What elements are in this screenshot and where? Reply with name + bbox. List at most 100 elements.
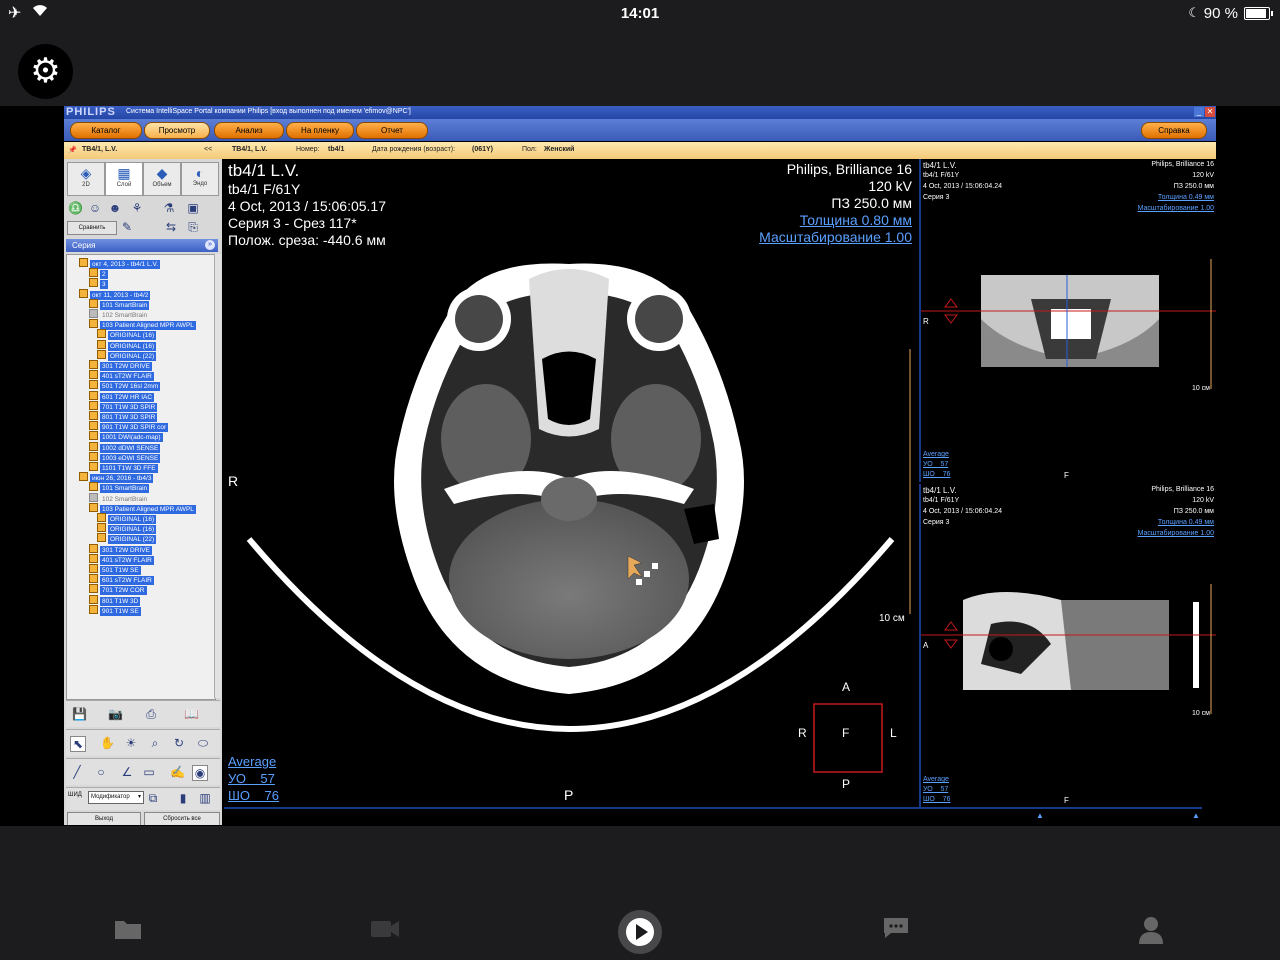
- series-tree-item[interactable]: 501 T1W SE: [89, 564, 141, 575]
- sv1-ww[interactable]: ШО 76: [923, 471, 950, 478]
- window-preset-link[interactable]: Average: [228, 754, 276, 769]
- series-tree-item[interactable]: 103 Patient Aligned MPR AWPL: [89, 502, 196, 514]
- series-tree-item[interactable]: 301 T2W DRIVE: [89, 543, 152, 555]
- settings-button[interactable]: ⚙: [18, 44, 73, 99]
- series-tree-item[interactable]: ORIGINAL (22): [97, 349, 157, 361]
- print-icon[interactable]: ⎙: [144, 707, 158, 721]
- coronal-viewport[interactable]: tb4/1 L.V. tb4/1 F/61Y 4 Oct, 2013 / 15:…: [919, 159, 1216, 482]
- reset-all-button[interactable]: Сбросить все: [144, 812, 220, 825]
- select-tool-icon[interactable]: ⬉: [70, 736, 86, 752]
- series-tree-item[interactable]: 901 T1W SE: [89, 604, 141, 616]
- sv2-window-preset[interactable]: Average: [923, 776, 949, 783]
- scroll-up-icon-2[interactable]: ▲: [1192, 811, 1200, 820]
- ruler-tool-icon[interactable]: ▭: [142, 765, 156, 779]
- modifier-select[interactable]: Модификатор ▾: [88, 791, 144, 804]
- series-tree-item[interactable]: 301 T2W DRIVE: [89, 360, 152, 371]
- series-tree-item[interactable]: 101 SmartBrain: [89, 482, 150, 494]
- tab-endo[interactable]: ◐ Эндо: [181, 162, 219, 196]
- sagittal-viewport[interactable]: tb4/1 L.V. tb4/1 F/61Y 4 Oct, 2013 / 15:…: [919, 484, 1216, 807]
- roi-tool-icon[interactable]: ◉: [192, 765, 208, 781]
- head-icon[interactable]: ☻: [108, 201, 122, 215]
- angio-icon[interactable]: ⚗: [162, 201, 176, 215]
- sv1-zoom-link[interactable]: Масштабирование 1.00: [1138, 205, 1214, 212]
- pan-tool-icon[interactable]: ✋: [100, 736, 115, 750]
- tree-scrollbar[interactable]: [214, 254, 221, 698]
- brain-icon[interactable]: ⚘: [130, 201, 144, 215]
- nav-report-button[interactable]: Отчет: [356, 122, 428, 139]
- tab-volume[interactable]: ◆ Объем: [143, 162, 181, 196]
- nav-film-button[interactable]: На пленку: [286, 122, 354, 139]
- close-icon[interactable]: ✕: [1205, 107, 1215, 117]
- series-tree-item[interactable]: 701 T1W 3D SPIR: [89, 400, 158, 412]
- sv2-wl[interactable]: УО 57: [923, 786, 948, 793]
- tab-video[interactable]: [370, 916, 400, 947]
- series-tree-item[interactable]: 601 T2W HR IAC: [89, 390, 155, 402]
- angle-tool-icon[interactable]: ∠: [120, 765, 134, 779]
- save-icon[interactable]: 💾: [72, 707, 87, 721]
- ellipse-tool-icon[interactable]: ○: [94, 765, 108, 779]
- series-tree-item[interactable]: ORIGINAL (16): [97, 523, 157, 535]
- tab-files[interactable]: [114, 916, 142, 947]
- zoom-tool-icon[interactable]: ⌕: [148, 736, 162, 750]
- line-tool-icon[interactable]: ╱: [70, 765, 84, 779]
- lungs-icon[interactable]: ♎: [68, 201, 83, 215]
- sv1-thickness-link[interactable]: Толщина 0.49 мм: [1158, 194, 1214, 201]
- series-tree-item[interactable]: ORIGINAL (16): [97, 329, 157, 341]
- series-tree-item[interactable]: 1003 eDWI SENSE: [89, 451, 161, 463]
- main-axial-viewport[interactable]: tb4/1 L.V. tb4/1 F/61Y 4 Oct, 2013 / 15:…: [224, 159, 916, 807]
- copy-icon[interactable]: ⧉: [146, 791, 160, 805]
- compare-button[interactable]: Сравнить: [67, 221, 117, 235]
- series-tree-item[interactable]: ORIGINAL (22): [97, 533, 157, 545]
- collapse-panel-icon[interactable]: »: [205, 240, 215, 250]
- series-tree-item[interactable]: ORIGINAL (16): [97, 339, 157, 351]
- book-icon[interactable]: 📖: [184, 707, 199, 721]
- window-level-icon[interactable]: ☀: [124, 736, 138, 750]
- series-tree-item[interactable]: окт 11, 2013 - tb4/2: [79, 288, 151, 300]
- collapse-button[interactable]: <<: [204, 146, 212, 153]
- zoom-link[interactable]: Масштабирование 1.00: [759, 229, 912, 245]
- series-tree-item[interactable]: июн 26, 2016 - tb4/3: [79, 472, 154, 484]
- series-tree-item[interactable]: 601 sT2W FLAIR: [89, 574, 154, 586]
- series-tree-item[interactable]: 501 T2W 16sl 2mm: [89, 380, 161, 392]
- sv1-window-preset[interactable]: Average: [923, 451, 949, 458]
- series-tree-item[interactable]: ORIGINAL (16): [97, 513, 157, 524]
- series-tree-item[interactable]: 1002 dDWI SENSE: [89, 441, 161, 453]
- layout-2-icon[interactable]: ▥: [198, 791, 212, 805]
- series-tree-item[interactable]: 103 Patient Aligned MPR AWPL: [89, 319, 196, 331]
- minimize-icon[interactable]: _: [1194, 107, 1204, 117]
- series-tree-item[interactable]: 101 SmartBrain: [89, 298, 150, 310]
- series-tree-item[interactable]: 1001 DWI(adc-map): [89, 431, 163, 443]
- tab-play[interactable]: [618, 910, 662, 954]
- series-tree-item[interactable]: 901 T1W 3D SPIR cor: [89, 421, 169, 433]
- series-tree-item[interactable]: 701 T2W COR: [89, 584, 147, 596]
- exit-button[interactable]: Выход: [67, 812, 141, 825]
- rotate-tool-icon[interactable]: ↻: [172, 736, 186, 750]
- scroll-up-icon[interactable]: ▲: [1036, 811, 1044, 820]
- sv1-wl[interactable]: УО 57: [923, 461, 948, 468]
- series-tree-item[interactable]: 2: [89, 268, 108, 280]
- annotation-tool-icon[interactable]: ✍: [170, 765, 185, 779]
- series-tree-item[interactable]: 401 sT2W FLAIR: [89, 370, 154, 382]
- link-icon[interactable]: ✎: [120, 220, 134, 234]
- skull-icon[interactable]: ☺: [88, 201, 102, 215]
- sv2-thickness-link[interactable]: Толщина 0.49 мм: [1158, 519, 1214, 526]
- tab-chat[interactable]: [882, 916, 910, 947]
- eraser-icon[interactable]: ⬭: [196, 736, 210, 750]
- series-tree-item[interactable]: 3: [89, 278, 108, 290]
- series-tree-item[interactable]: 401 sT2W FLAIR: [89, 553, 154, 565]
- export-icon[interactable]: ⎘: [186, 220, 200, 234]
- sv2-zoom-link[interactable]: Масштабирование 1.00: [1138, 530, 1214, 537]
- help-button[interactable]: Справка: [1141, 122, 1207, 139]
- pin-icon[interactable]: 📌: [68, 146, 77, 154]
- tab-profile[interactable]: [1138, 916, 1164, 951]
- tab-slab[interactable]: ▦ Слой: [105, 162, 143, 196]
- series-tree-item[interactable]: 102 SmartBrain: [89, 492, 149, 503]
- layout-icon[interactable]: ▣: [186, 201, 200, 215]
- nav-analysis-button[interactable]: Анализ: [214, 122, 284, 139]
- series-tree-item[interactable]: окт 4, 2013 - tb4/1 L.V.: [79, 258, 161, 269]
- series-tree-item[interactable]: 1101 T1W 3D FFE: [89, 462, 158, 473]
- nav-catalog-button[interactable]: Каталог: [70, 122, 142, 139]
- series-tree-item[interactable]: 801 T1W 3D SPIR: [89, 411, 158, 422]
- camera-icon[interactable]: 📷: [108, 707, 123, 721]
- series-tree-item[interactable]: 102 SmartBrain: [89, 309, 149, 319]
